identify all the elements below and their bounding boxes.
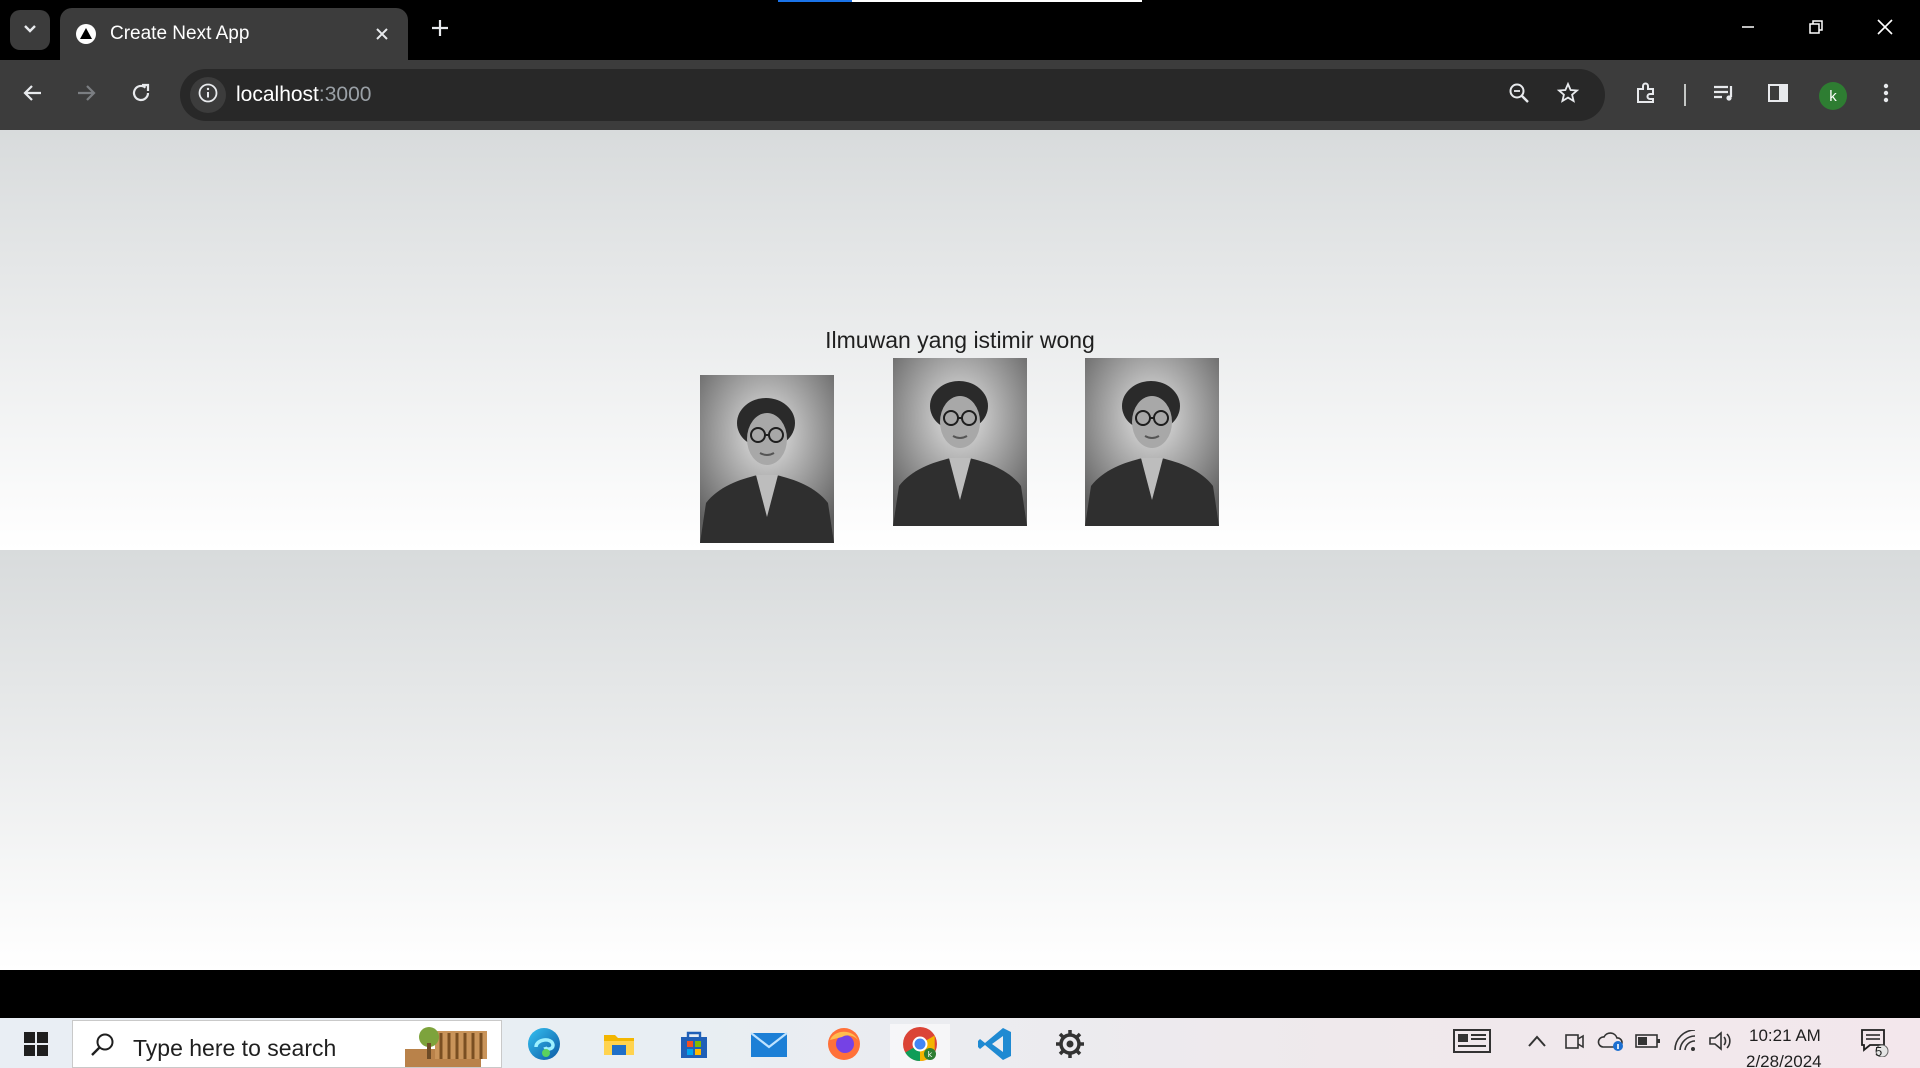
title-bar: Create Next App: [0, 0, 1920, 60]
search-placeholder: Type here to search: [133, 1035, 337, 1061]
extensions-button[interactable]: [1624, 73, 1668, 117]
clock-time[interactable]: 10:21 AM: [1749, 1026, 1821, 1046]
restore-icon: [1808, 19, 1824, 40]
url-port: :3000: [318, 83, 372, 106]
scientist-portrait-image: [893, 358, 1027, 526]
back-icon: [21, 81, 45, 110]
windows-logo-icon: [23, 1031, 49, 1062]
file-explorer-app[interactable]: [589, 1024, 649, 1068]
news-widget[interactable]: [1452, 1028, 1492, 1058]
star-icon: [1556, 81, 1580, 110]
battery-tray[interactable]: [1633, 1028, 1663, 1058]
loading-bar-progress: [778, 0, 852, 2]
side-panel-button[interactable]: [1756, 73, 1800, 117]
site-info-button[interactable]: [190, 77, 226, 113]
store-icon: [677, 1027, 711, 1066]
bookmark-button[interactable]: [1546, 73, 1590, 117]
next-favicon-icon: [74, 22, 98, 46]
mail-app[interactable]: [739, 1024, 799, 1068]
tab-active[interactable]: Create Next App: [60, 8, 408, 60]
url-host: localhost: [236, 83, 319, 106]
profile-avatar[interactable]: k: [1819, 82, 1847, 110]
volume-icon: [1708, 1030, 1732, 1057]
restore-button[interactable]: [1788, 6, 1844, 52]
edge-icon: [526, 1026, 562, 1067]
forward-icon: [74, 81, 98, 110]
reload-button[interactable]: [119, 73, 163, 117]
reload-icon: [129, 81, 153, 110]
settings-app[interactable]: [1040, 1024, 1100, 1068]
edge-app[interactable]: [514, 1024, 574, 1068]
notification-icon: [1858, 1025, 1890, 1062]
tab-title: Create Next App: [110, 23, 250, 44]
show-hidden-icons[interactable]: [1522, 1028, 1552, 1058]
address-bar[interactable]: localhost:3000: [180, 69, 1605, 121]
url-text[interactable]: localhost:3000: [236, 83, 371, 107]
media-controls-button[interactable]: [1702, 73, 1746, 117]
svg-text:k: k: [928, 1050, 933, 1059]
vscode-icon: [977, 1026, 1013, 1067]
meet-tray[interactable]: [1559, 1028, 1589, 1058]
chrome-app[interactable]: k: [890, 1024, 950, 1068]
onedrive-icon: [1597, 1030, 1625, 1057]
chrome-icon: k: [901, 1025, 939, 1068]
chevron-up-icon: [1527, 1034, 1547, 1053]
extensions-icon: [1633, 80, 1659, 111]
close-icon[interactable]: [368, 20, 396, 48]
media-icon: [1711, 80, 1737, 111]
news-icon: [1453, 1028, 1491, 1059]
notification-count: 5: [1875, 1044, 1883, 1059]
browser-toolbar: localhost:3000 k: [0, 60, 1920, 130]
plus-icon: [430, 18, 450, 43]
vscode-app[interactable]: [965, 1024, 1025, 1068]
menu-icon: [1881, 81, 1891, 110]
clock-date[interactable]: 2/28/2024: [1746, 1052, 1822, 1068]
new-tab-button[interactable]: [424, 14, 456, 46]
windows-taskbar: Type here to search k 10:21 AM 2/28/2024…: [0, 1018, 1920, 1068]
search-icon: [89, 1031, 117, 1064]
taskbar-search-box[interactable]: Type here to search: [72, 1020, 502, 1068]
wifi-icon: [1673, 1028, 1697, 1057]
page-heading: Ilmuwan yang istimir wong: [825, 327, 1095, 353]
close-window-button[interactable]: [1857, 6, 1913, 52]
start-button[interactable]: [14, 1028, 58, 1064]
gradient-band: [0, 550, 1920, 970]
firefox-icon: [826, 1026, 862, 1067]
notification-center[interactable]: 5: [1854, 1028, 1894, 1059]
settings-icon: [1054, 1028, 1086, 1065]
battery-icon: [1635, 1033, 1661, 1054]
info-icon: [197, 82, 219, 109]
chrome-menu-button[interactable]: [1864, 73, 1908, 117]
file-explorer-icon: [602, 1027, 636, 1066]
mail-icon: [750, 1027, 788, 1066]
store-app[interactable]: [664, 1024, 724, 1068]
minimize-button[interactable]: [1720, 6, 1776, 52]
volume-tray[interactable]: [1705, 1028, 1735, 1058]
scientist-portrait-image: [1085, 358, 1219, 526]
scientist-portrait-image: [700, 375, 834, 543]
wifi-tray[interactable]: [1670, 1028, 1700, 1058]
minimize-icon: [1740, 19, 1756, 40]
tab-search-icon: [21, 19, 39, 42]
back-button[interactable]: [11, 73, 55, 117]
onedrive-tray[interactable]: [1596, 1028, 1626, 1058]
forward-button[interactable]: [64, 73, 108, 117]
side-panel-icon: [1766, 81, 1790, 110]
search-highlight-illustration: [395, 1023, 495, 1068]
zoom-icon: [1507, 81, 1531, 110]
zoom-button[interactable]: [1497, 73, 1541, 117]
firefox-app[interactable]: [814, 1024, 874, 1068]
close-window-icon: [1876, 18, 1894, 41]
meet-icon: [1563, 1030, 1585, 1057]
toolbar-divider: [1684, 84, 1686, 106]
tab-search-button[interactable]: [10, 10, 50, 50]
page-viewport: Ilmuwan yang istimir wong: [0, 130, 1920, 970]
